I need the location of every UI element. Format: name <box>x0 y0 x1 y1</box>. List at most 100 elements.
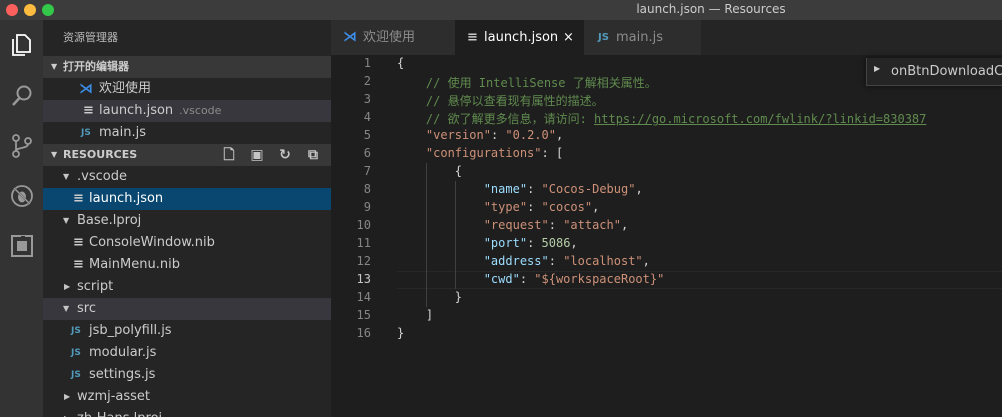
open-editor-item[interactable]: JS main.js <box>43 122 331 144</box>
js-icon: JS <box>598 32 609 43</box>
extensions-icon[interactable] <box>6 230 37 261</box>
search-icon[interactable] <box>6 80 37 111</box>
code-editor[interactable]: 1 {2 // 使用 IntelliSense 了解相关属性。 3 // 悬停以查看… <box>331 55 1002 417</box>
code-token: , <box>620 218 629 232</box>
code-token[interactable]: https://go.microsoft.com/fwlink/?linkid=… <box>594 112 926 126</box>
code-token: : <box>548 254 564 268</box>
tree-label: wzmj-asset <box>77 389 151 404</box>
line-number: 4 <box>363 110 371 124</box>
title-bar: launch.json — Resources <box>0 0 1002 20</box>
json-icon: ≡ <box>467 30 478 45</box>
source-control-icon[interactable] <box>6 130 37 161</box>
open-editor-label: 欢迎使用 <box>99 81 152 96</box>
refresh-icon[interactable]: ↻ <box>271 144 299 166</box>
js-icon: JS <box>71 326 81 336</box>
tree-folder-zh-hans-lproj[interactable]: ▶ zh-Hans.lproj <box>43 408 331 417</box>
code-token: "${workspaceRoot}" <box>534 272 665 286</box>
tree-file[interactable]: ≡ ConsoleWindow.nib <box>43 232 331 254</box>
code-token: : <box>527 182 542 196</box>
tree-label: launch.json <box>89 191 164 206</box>
line-number: 15 <box>356 308 371 322</box>
symbol-peek[interactable]: ▶ onBtnDownloadC... <box>866 58 1002 86</box>
line-number: 16 <box>356 326 371 340</box>
tree-label: settings.js <box>89 367 156 382</box>
tree-folder-base-lproj[interactable]: ▼ Base.lproj <box>43 210 331 232</box>
tree-folder-vscode[interactable]: ▼ .vscode <box>43 166 331 188</box>
tree-label: jsb_polyfill.js <box>89 323 172 338</box>
tree-folder-wzmj-asset[interactable]: ▶ wzmj-asset <box>43 386 331 408</box>
open-editor-item[interactable]: ≡ launch.json .vscode <box>43 100 331 122</box>
tab-main-js[interactable]: JS main.js <box>584 20 701 55</box>
line-number: 11 <box>356 236 371 250</box>
tab-welcome[interactable]: ⋊ 欢迎使用 <box>331 20 455 55</box>
code-token: "localhost" <box>563 254 643 268</box>
code-line: "port": 5086, <box>397 236 578 250</box>
code-token: : [ <box>541 146 564 160</box>
tree-folder-script[interactable]: ▶ script <box>43 276 331 298</box>
open-editor-item[interactable]: ⋊ 欢迎使用 <box>43 78 331 100</box>
chevron-down-icon: ▼ <box>51 150 58 159</box>
chevron-right-icon: ▶ <box>64 408 70 417</box>
code-token: : <box>548 218 564 232</box>
code-token: { <box>397 164 463 178</box>
tree-label: .vscode <box>77 169 127 184</box>
tree-file-js[interactable]: JS jsb_polyfill.js <box>43 320 331 342</box>
open-editor-label: main.js <box>99 125 146 140</box>
line-number: 10 <box>356 218 371 232</box>
symbol-label: onBtnDownloadC... <box>891 64 1002 79</box>
code-token: "cwd" <box>483 272 520 286</box>
js-icon: JS <box>81 128 91 138</box>
code-line: ] <box>397 308 433 322</box>
files-icon[interactable] <box>6 29 37 60</box>
code-token: : <box>527 236 542 250</box>
new-folder-icon[interactable]: ▣ <box>243 144 271 166</box>
window-title: launch.json — Resources <box>636 2 786 16</box>
code-line: "request": "attach", <box>397 218 629 232</box>
code-token: "request" <box>483 218 549 232</box>
resources-header[interactable]: ▼ RESOURCES 🗋 ▣ ↻ ⧉ <box>43 144 331 166</box>
code-token: ] <box>397 308 434 322</box>
tree-label: ConsoleWindow.nib <box>89 235 215 250</box>
code-token: "Cocos-Debug" <box>541 182 636 196</box>
code-line: "address": "localhost", <box>397 254 650 268</box>
tree-file[interactable]: ≡ MainMenu.nib <box>43 254 331 276</box>
code-token: } <box>397 326 405 340</box>
chevron-down-icon: ▼ <box>63 172 70 181</box>
code-token: , <box>642 254 650 268</box>
code-line: { <box>397 56 404 70</box>
tree-file-launch-json[interactable]: ≡ launch.json <box>43 188 331 210</box>
tree-label: MainMenu.nib <box>89 257 180 272</box>
code-token: "cocos" <box>541 200 593 214</box>
close-tab-icon[interactable]: × <box>563 20 574 55</box>
tree-file-js[interactable]: JS settings.js <box>43 364 331 386</box>
chevron-right-icon: ▶ <box>64 392 71 401</box>
line-number: 6 <box>363 146 371 160</box>
collapse-all-icon[interactable]: ⧉ <box>299 144 327 166</box>
open-editor-label: launch.json <box>99 103 174 118</box>
code-token: , <box>635 182 643 196</box>
activity-bar <box>0 20 43 417</box>
tab-label: launch.json <box>484 30 559 45</box>
code-token: "version" <box>425 128 491 142</box>
tree-label: src <box>77 301 96 316</box>
json-icon: ≡ <box>73 191 84 206</box>
new-file-icon[interactable]: 🗋 <box>215 144 243 166</box>
sidebar-title: 资源管理器 <box>63 31 118 44</box>
debug-icon[interactable] <box>6 180 37 211</box>
js-icon: JS <box>71 348 81 358</box>
tree-folder-src[interactable]: ▼ src <box>43 298 331 320</box>
code-token: : <box>527 200 542 214</box>
tree-file-js[interactable]: JS modular.js <box>43 342 331 364</box>
code-token: "name" <box>483 182 528 196</box>
code-token: "attach" <box>563 218 621 232</box>
resources-label: RESOURCES <box>63 148 138 161</box>
tree-label: script <box>77 279 114 294</box>
open-editors-label: 打开的编辑器 <box>63 60 129 73</box>
open-editors-header[interactable]: ▼ 打开的编辑器 <box>43 56 331 78</box>
js-icon: JS <box>71 370 81 380</box>
vscode-icon: ⋊ <box>343 29 357 45</box>
code-line: "cwd": "${workspaceRoot}" <box>397 272 665 286</box>
tab-launch-json[interactable]: ≡ launch.json × <box>455 20 584 55</box>
